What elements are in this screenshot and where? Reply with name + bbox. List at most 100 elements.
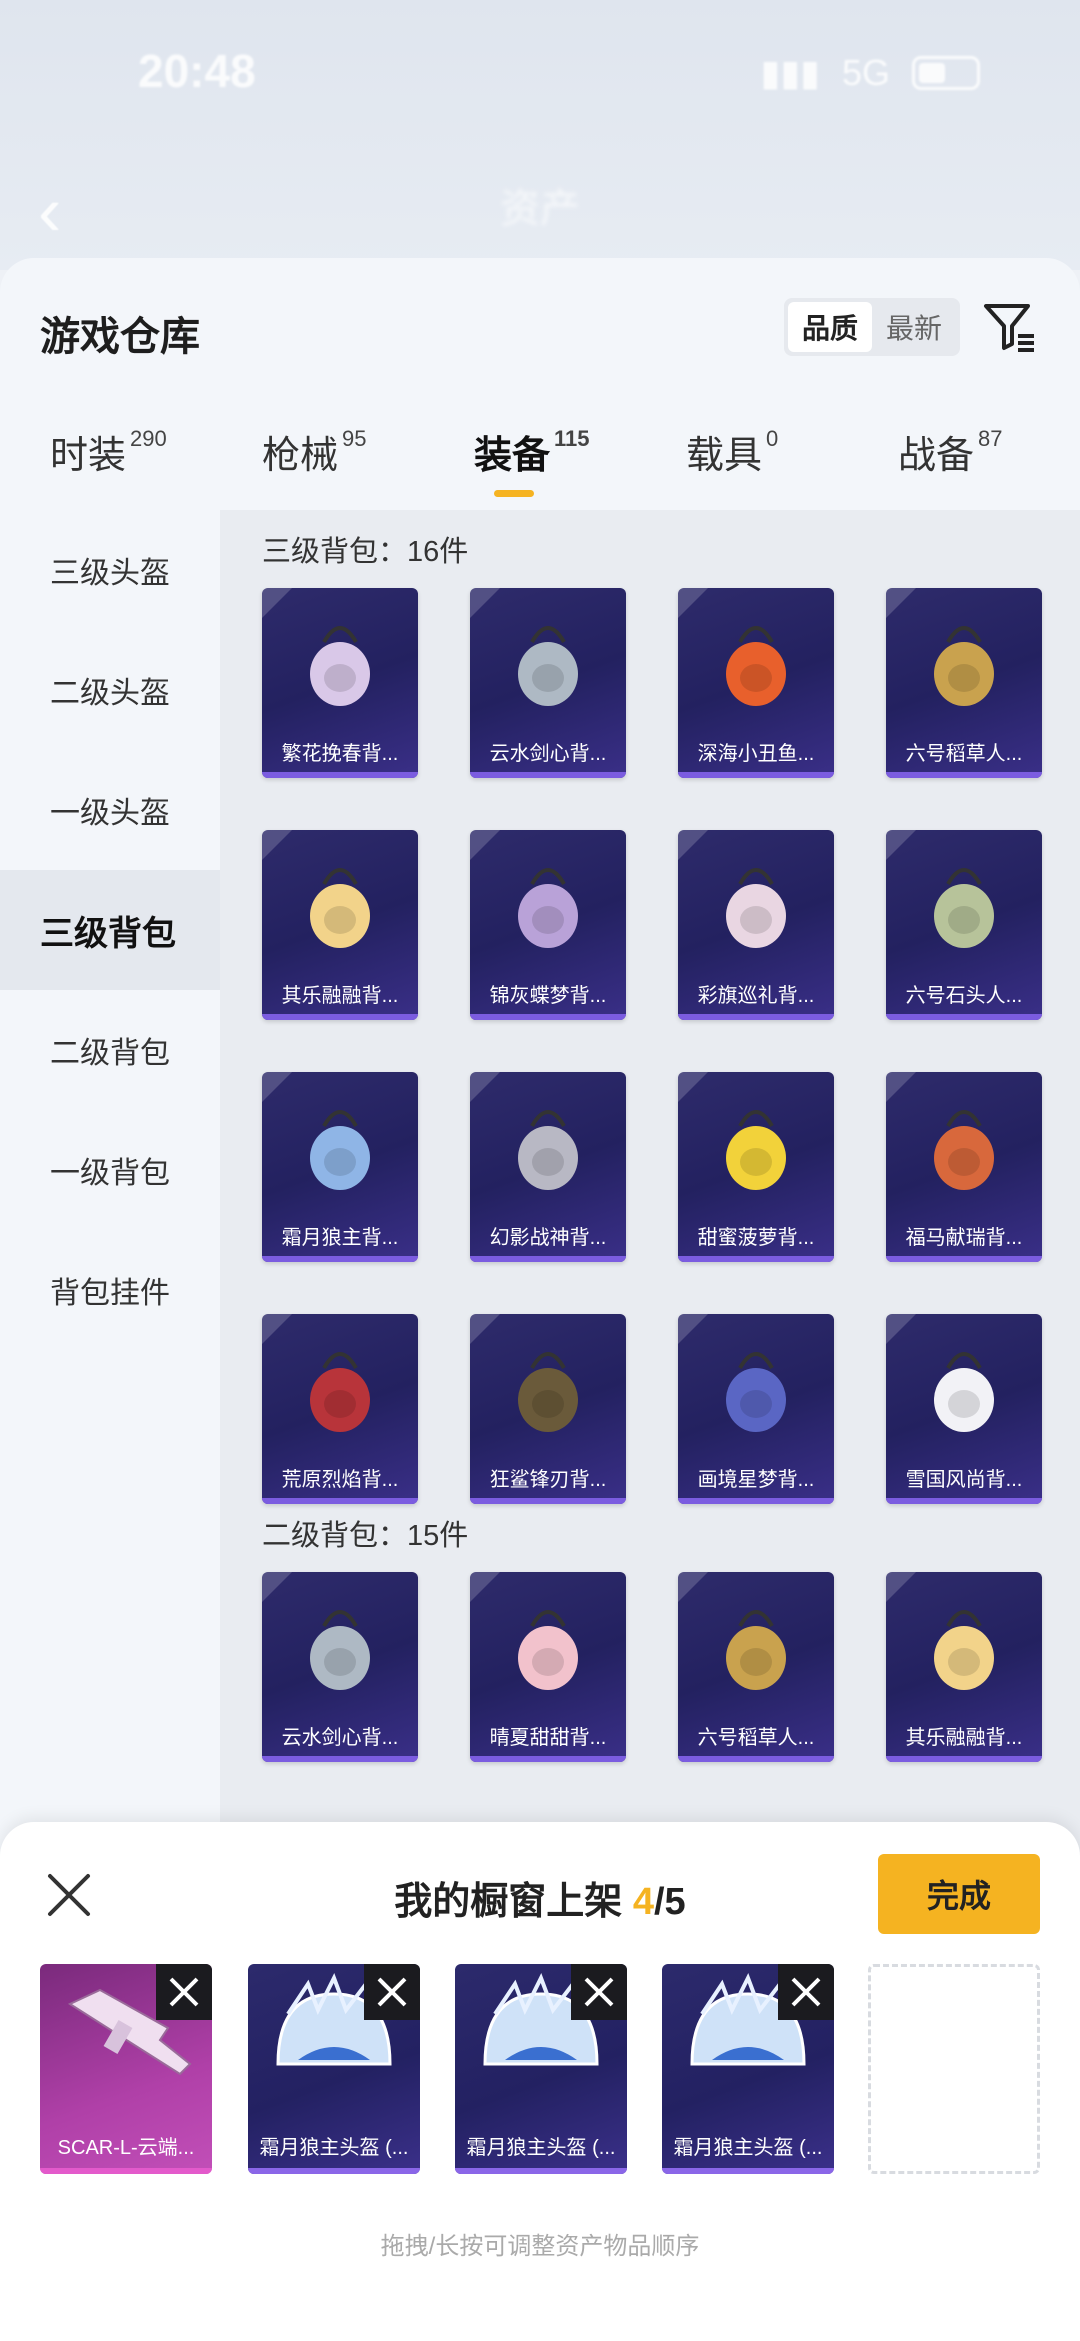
backpack-icon bbox=[934, 1110, 994, 1190]
sort-toggle: 品质 最新 bbox=[784, 298, 960, 356]
sort-option-quality[interactable]: 品质 bbox=[788, 302, 872, 352]
item-card[interactable]: 幻影战神背... bbox=[470, 1072, 626, 1262]
tab-supplies[interactable]: 战备 87 bbox=[898, 424, 1003, 479]
sidebar-item-level2-helmet[interactable]: 二级头盔 bbox=[0, 630, 220, 750]
showcase-count: 4 bbox=[632, 1881, 654, 1923]
item-name: 云水剑心背... bbox=[489, 743, 607, 765]
sidebar-item-level1-backpack[interactable]: 一级背包 bbox=[0, 1110, 220, 1230]
item-name: 其乐融融背... bbox=[281, 985, 399, 1007]
item-name: 六号稻草人... bbox=[697, 1727, 815, 1749]
tab-guns[interactable]: 枪械 95 bbox=[262, 424, 367, 479]
item-card[interactable]: 狂鲨锋刃背... bbox=[470, 1314, 626, 1504]
backpack-icon bbox=[726, 626, 786, 706]
backpack-icon bbox=[518, 1352, 578, 1432]
showcase-slot[interactable]: 霜月狼主头盔 (... bbox=[455, 1964, 627, 2174]
item-card[interactable]: 荒原烈焰背... bbox=[262, 1314, 418, 1504]
tab-count: 0 bbox=[766, 426, 779, 451]
sidebar-item-level3-helmet[interactable]: 三级头盔 bbox=[0, 510, 220, 630]
backpack-icon bbox=[934, 626, 994, 706]
quality-strip bbox=[40, 2168, 212, 2174]
item-card[interactable]: 六号稻草人... bbox=[678, 1572, 834, 1762]
tab-equipment[interactable]: 装备 115 bbox=[474, 424, 590, 479]
item-name: 其乐融融背... bbox=[905, 1727, 1023, 1749]
remove-icon[interactable] bbox=[778, 1964, 834, 2020]
showcase-total: /5 bbox=[654, 1881, 686, 1923]
tab-count: 290 bbox=[130, 426, 167, 451]
tab-fashion[interactable]: 时装 290 bbox=[50, 424, 167, 479]
showcase-panel: 我的橱窗上架 4/5 完成 SCAR-L-云端... 霜月狼主头盔 (... 霜月狼… bbox=[0, 1822, 1080, 2341]
showcase-slot[interactable]: 霜月狼主头盔 (... bbox=[248, 1964, 420, 2174]
slot-name: 霜月狼主头盔 (... bbox=[259, 2137, 409, 2159]
empty-slot[interactable] bbox=[868, 1964, 1040, 2174]
item-card[interactable]: 雪国风尚背... bbox=[886, 1314, 1042, 1504]
item-card[interactable]: 彩旗巡礼背... bbox=[678, 830, 834, 1020]
check-corner-icon bbox=[886, 1314, 916, 1344]
remove-icon[interactable] bbox=[156, 1964, 212, 2020]
tab-vehicles[interactable]: 载具 0 bbox=[686, 424, 778, 479]
check-corner-icon bbox=[470, 1072, 500, 1102]
tab-label: 时装 bbox=[50, 435, 127, 477]
status-time: 20:48 bbox=[138, 45, 256, 97]
item-card[interactable]: 晴夏甜甜背... bbox=[470, 1572, 626, 1762]
item-name: 繁花挽春背... bbox=[281, 743, 399, 765]
item-card[interactable]: 深海小丑鱼... bbox=[678, 588, 834, 778]
remove-icon[interactable] bbox=[571, 1964, 627, 2020]
tab-count: 87 bbox=[978, 426, 1003, 451]
item-card[interactable]: 其乐融融背... bbox=[262, 830, 418, 1020]
sidebar-item-level1-helmet[interactable]: 一级头盔 bbox=[0, 750, 220, 870]
check-corner-icon bbox=[678, 588, 708, 618]
check-corner-icon bbox=[886, 1072, 916, 1102]
item-card[interactable]: 其乐融融背... bbox=[886, 1572, 1042, 1762]
check-corner-icon bbox=[262, 830, 292, 860]
sidebar-item-backpack-charm[interactable]: 背包挂件 bbox=[0, 1230, 220, 1350]
sort-option-latest[interactable]: 最新 bbox=[872, 302, 956, 352]
item-grid: 三级背包：16件 二级背包：15件 繁花挽春背... 云水剑心背... 深海小丑鱼.… bbox=[220, 510, 1080, 1910]
tab-label: 载具 bbox=[686, 435, 763, 477]
quality-strip bbox=[248, 2168, 420, 2174]
item-card[interactable]: 锦灰蝶梦背... bbox=[470, 830, 626, 1020]
done-button[interactable]: 完成 bbox=[878, 1854, 1040, 1934]
backpack-icon bbox=[518, 868, 578, 948]
item-card[interactable]: 画境星梦背... bbox=[678, 1314, 834, 1504]
remove-icon[interactable] bbox=[364, 1964, 420, 2020]
sidebar-item-level2-backpack[interactable]: 二级背包 bbox=[0, 990, 220, 1110]
backpack-icon bbox=[518, 626, 578, 706]
item-name: 画境星梦背... bbox=[697, 1469, 815, 1491]
item-card[interactable]: 繁花挽春背... bbox=[262, 588, 418, 778]
hint-text: 拖拽/长按可调整资产物品顺序 bbox=[380, 2233, 700, 2260]
backpack-icon bbox=[934, 868, 994, 948]
check-corner-icon bbox=[678, 1572, 708, 1602]
backpack-icon bbox=[310, 1352, 370, 1432]
showcase-slot[interactable]: SCAR-L-云端... bbox=[40, 1964, 212, 2174]
backpack-icon bbox=[934, 1610, 994, 1690]
backpack-icon bbox=[726, 1110, 786, 1190]
check-corner-icon bbox=[678, 1072, 708, 1102]
check-corner-icon bbox=[470, 1572, 500, 1602]
sidebar: 三级头盔 二级头盔 一级头盔 三级背包 二级背包 一级背包 背包挂件 bbox=[0, 510, 220, 1910]
item-card[interactable]: 六号稻草人... bbox=[886, 588, 1042, 778]
item-card[interactable]: 云水剑心背... bbox=[470, 588, 626, 778]
check-corner-icon bbox=[886, 1572, 916, 1602]
tab-count: 95 bbox=[342, 426, 367, 451]
item-name: 六号石头人... bbox=[905, 985, 1023, 1007]
backpack-icon bbox=[518, 1110, 578, 1190]
item-name: 深海小丑鱼... bbox=[697, 743, 815, 765]
item-name: 荒原烈焰背... bbox=[281, 1469, 399, 1491]
item-name: 彩旗巡礼背... bbox=[697, 985, 815, 1007]
item-card[interactable]: 福马献瑞背... bbox=[886, 1072, 1042, 1262]
check-corner-icon bbox=[262, 588, 292, 618]
filter-icon[interactable] bbox=[980, 298, 1038, 356]
item-name: 甜蜜菠萝背... bbox=[697, 1227, 815, 1249]
item-card[interactable]: 甜蜜菠萝背... bbox=[678, 1072, 834, 1262]
item-card[interactable]: 霜月狼主背... bbox=[262, 1072, 418, 1262]
quality-strip bbox=[662, 2168, 834, 2174]
sheet-title: 游戏仓库 bbox=[40, 315, 200, 359]
section-title: 三级背包：16件 bbox=[262, 536, 469, 568]
item-name: 云水剑心背... bbox=[281, 1727, 399, 1749]
showcase-slot[interactable]: 霜月狼主头盔 (... bbox=[662, 1964, 834, 2174]
category-tabs: 时装 290 枪械 95 装备 115 载具 0 战备 87 bbox=[0, 424, 1080, 504]
back-arrow-icon[interactable]: ‹ bbox=[38, 176, 61, 246]
item-card[interactable]: 六号石头人... bbox=[886, 830, 1042, 1020]
sidebar-item-level3-backpack[interactable]: 三级背包 bbox=[0, 870, 220, 990]
item-card[interactable]: 云水剑心背... bbox=[262, 1572, 418, 1762]
